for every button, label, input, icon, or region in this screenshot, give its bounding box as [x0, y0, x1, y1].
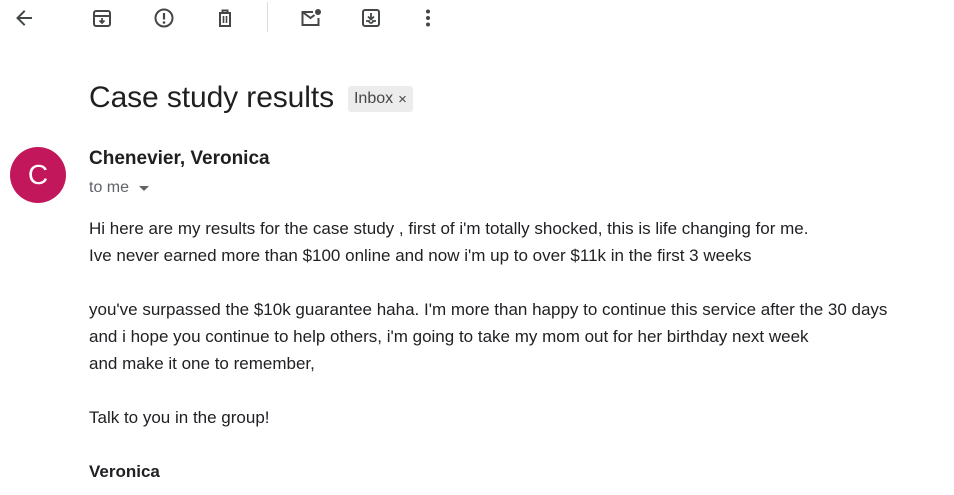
- recipient-details-toggle[interactable]: to me: [89, 179, 150, 197]
- label-text: Inbox: [353, 90, 394, 107]
- avatar-letter: C: [27, 159, 49, 190]
- body-line: Talk to you in the group!: [89, 408, 270, 427]
- signature: Veronica: [89, 462, 160, 481]
- body-line: Hi here are my results for the case stud…: [89, 219, 809, 238]
- recipient-text: to me: [89, 179, 130, 196]
- subject-row: Case study results Inbox ×: [89, 80, 413, 116]
- email-body: Hi here are my results for the case stud…: [89, 215, 949, 485]
- toolbar-divider: [267, 2, 268, 32]
- inbox-label-chip[interactable]: Inbox ×: [347, 86, 413, 112]
- delete-icon[interactable]: [211, 4, 239, 32]
- chevron-down-icon: [139, 185, 150, 191]
- email-subject: Case study results: [89, 81, 334, 114]
- move-to-icon[interactable]: [357, 4, 385, 32]
- sender-name[interactable]: Chenevier, Veronica: [89, 148, 270, 170]
- report-spam-icon[interactable]: [150, 4, 178, 32]
- more-vertical-icon[interactable]: [414, 4, 442, 32]
- sender-avatar[interactable]: C: [10, 147, 66, 203]
- mark-unread-icon[interactable]: [297, 4, 325, 32]
- archive-icon[interactable]: [88, 4, 116, 32]
- toolbar: [0, 0, 954, 36]
- remove-label-icon[interactable]: ×: [398, 91, 407, 108]
- body-line: and make it one to remember,: [89, 354, 315, 373]
- body-line: Ive never earned more than $100 online a…: [89, 246, 752, 265]
- body-line: you've surpassed the $10k guarantee haha…: [89, 300, 888, 319]
- back-arrow-icon[interactable]: [10, 4, 38, 32]
- body-line: and i hope you continue to help others, …: [89, 327, 809, 346]
